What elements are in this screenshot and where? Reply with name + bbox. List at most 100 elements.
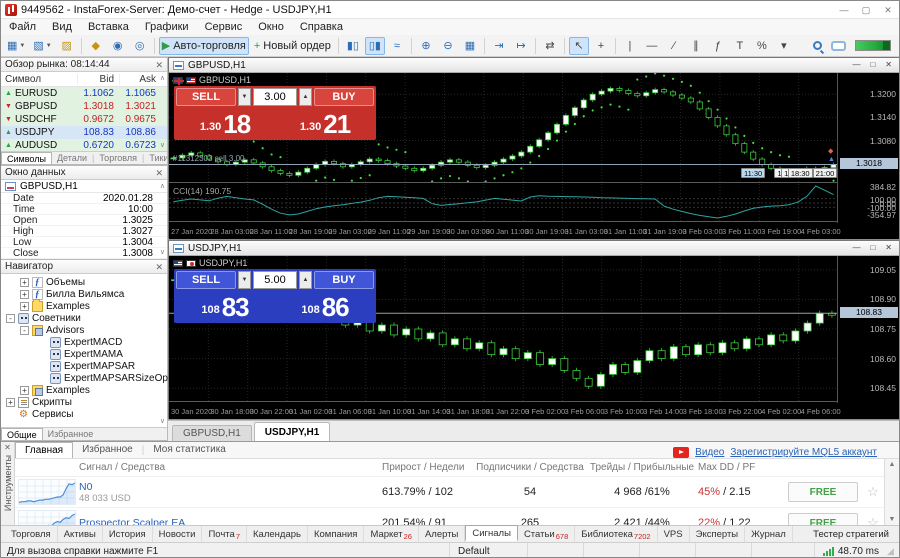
menu-tools[interactable]: Сервис — [197, 19, 251, 35]
bottom-tab-история[interactable]: История — [103, 526, 153, 542]
profiles-button[interactable]: ▧▼ — [30, 37, 54, 55]
cursor-button[interactable]: ↖ — [569, 37, 589, 55]
volume-up-button[interactable]: ▲ — [299, 88, 312, 106]
scroll-down-icon[interactable]: ∨ — [160, 248, 165, 256]
buy-button[interactable]: BUY — [314, 88, 374, 106]
strategy-tester-label[interactable]: Тестер стратегий — [813, 529, 899, 540]
market-watch-row[interactable]: ▲EURUSD 1.10621.1065 — [1, 87, 167, 100]
new-chart-button[interactable]: ▦▼ — [4, 37, 28, 55]
favorite-star-icon[interactable]: ☆ — [862, 515, 884, 525]
objects-dropdown-button[interactable]: ▾ — [774, 37, 794, 55]
signal-row[interactable]: N048 033 USD 613.79% / 102 54 4 968 /61%… — [15, 477, 884, 508]
close-icon[interactable]: ✕ — [155, 168, 163, 178]
chart-shift-button[interactable]: ⇄ — [540, 37, 560, 55]
minimize-button[interactable]: — — [833, 1, 855, 19]
signal-row[interactable]: Prospector Scalper EA 201.54% / 91 265 2… — [15, 508, 884, 525]
bottom-tab-библиотека[interactable]: Библиотека7202 — [575, 526, 657, 542]
profile-cell[interactable]: Default — [449, 543, 527, 558]
menu-insert[interactable]: Вставка — [80, 19, 137, 35]
close-icon[interactable]: ✕ — [885, 241, 892, 255]
price-chart-gbpusd[interactable]: GBPUSD,H1 SELL ▼ ▲ BUY 1.3018 1.3021 — [169, 73, 838, 183]
tree-item-expert-macd[interactable]: ExpertMACD — [1, 336, 167, 348]
menu-help[interactable]: Справка — [292, 19, 351, 35]
video-link[interactable]: Видео — [695, 447, 724, 458]
close-icon[interactable]: ✕ — [4, 443, 11, 452]
maximize-icon[interactable]: □ — [870, 241, 875, 255]
cci-indicator-pane[interactable]: CCI(14) 190.75 — [169, 184, 838, 222]
new-order-button[interactable]: +Новый ордер — [251, 37, 334, 55]
tree-item-examples[interactable]: +Examples — [1, 300, 167, 312]
bottom-tab-vps[interactable]: VPS — [658, 526, 690, 542]
sell-price[interactable]: 10883 — [176, 291, 274, 321]
bottom-tab-сигналы[interactable]: Сигналы — [465, 525, 518, 541]
maximize-button[interactable]: ▢ — [855, 1, 877, 19]
candle-chart-button[interactable]: ▯▮ — [365, 37, 385, 55]
trend-line-button[interactable]: ∕ — [664, 37, 684, 55]
tab-my-statistics[interactable]: Моя статистика — [144, 442, 235, 458]
scroll-up-icon[interactable]: ∧ — [160, 74, 165, 82]
volume-input[interactable] — [253, 271, 297, 289]
autotrading-button[interactable]: ▶Авто-торговля — [159, 37, 249, 55]
bottom-tab-новости[interactable]: Новости — [153, 526, 203, 542]
tree-item-volumes[interactable]: +Объемы — [1, 276, 167, 288]
chart-window-titlebar[interactable]: GBPUSD,H1 — □ ✕ — [169, 58, 900, 73]
price-chart-usdjpy[interactable]: USDJPY,H1 SELL ▼ ▲ BUY 10883 10886 — [169, 256, 838, 402]
minimize-icon[interactable]: — — [852, 58, 860, 72]
buy-price[interactable]: 1.3021 — [276, 108, 374, 138]
signal-name-link[interactable]: N0 — [79, 481, 382, 493]
free-button[interactable]: FREE — [788, 482, 858, 502]
tab-trading[interactable]: Торговля — [94, 152, 142, 164]
search-icon[interactable] — [813, 41, 822, 50]
free-button[interactable]: FREE — [788, 513, 858, 525]
bottom-tab-календарь[interactable]: Календарь — [247, 526, 308, 542]
tree-item-advisors-root[interactable]: -Советники — [1, 312, 167, 324]
tree-item-advisors[interactable]: -Advisors — [1, 324, 167, 336]
volume-down-button[interactable]: ▼ — [238, 88, 251, 106]
zoom-out-button[interactable]: ⊖ — [438, 37, 458, 55]
scroll-down-icon[interactable]: ∨ — [160, 141, 165, 149]
tree-item-expert-mama[interactable]: ExpertMAMA — [1, 348, 167, 360]
sell-button[interactable]: SELL — [176, 271, 236, 289]
shift-end-button[interactable]: ⇥ — [489, 37, 509, 55]
youtube-icon[interactable] — [673, 447, 689, 458]
menu-view[interactable]: Вид — [44, 19, 80, 35]
tab-common[interactable]: Общие — [1, 428, 43, 440]
tab-symbols[interactable]: Символы — [1, 152, 52, 164]
scroll-up-icon[interactable]: ∧ — [160, 182, 165, 190]
market-watch-row[interactable]: ▼USDCHF 0.96720.9675 — [1, 113, 167, 126]
volume-down-button[interactable]: ▼ — [238, 271, 251, 289]
history-center-button[interactable]: ▨ — [57, 37, 77, 55]
tree-item-expert-mapsarsize[interactable]: ExpertMAPSARSizeOptim — [1, 372, 167, 384]
chat-icon[interactable] — [831, 41, 846, 51]
bottom-tab-алерты[interactable]: Алерты — [419, 526, 465, 542]
tree-item-examples-advisors[interactable]: +Examples — [1, 384, 167, 396]
zoom-in-button[interactable]: ⊕ — [416, 37, 436, 55]
crosshair-button[interactable]: + — [591, 37, 611, 55]
community-button[interactable]: ◉ — [108, 37, 128, 55]
horizontal-line-button[interactable]: — — [642, 37, 662, 55]
resize-grip[interactable]: ◢ — [887, 546, 899, 557]
line-chart-button[interactable]: ≈ — [387, 37, 407, 55]
chart-window-titlebar[interactable]: USDJPY,H1 — □ ✕ — [169, 241, 900, 256]
close-icon[interactable]: ✕ — [885, 58, 892, 72]
tab-signals-favorites[interactable]: Избранное — [73, 442, 142, 458]
deposit-button[interactable]: ◆ — [86, 37, 106, 55]
menu-window[interactable]: Окно — [250, 19, 292, 35]
text-label-button[interactable]: T — [730, 37, 750, 55]
tree-item-bill-williams[interactable]: +Билла Вильямса — [1, 288, 167, 300]
tile-windows-button[interactable]: ▦ — [460, 37, 480, 55]
minimize-icon[interactable]: — — [852, 241, 860, 255]
arrows-button[interactable]: % — [752, 37, 772, 55]
tree-item-scripts[interactable]: +Скрипты — [1, 396, 167, 408]
market-watch-row-selected[interactable]: ▲USDJPY 108.83108.86 — [1, 126, 167, 139]
menu-file[interactable]: Файл — [1, 19, 44, 35]
close-icon[interactable]: ✕ — [155, 60, 163, 70]
tab-details[interactable]: Детали — [52, 152, 92, 164]
broadcast-button[interactable]: ◎ — [130, 37, 150, 55]
menu-charts[interactable]: Графики — [137, 19, 197, 35]
bottom-tab-активы[interactable]: Активы — [58, 526, 103, 542]
chart-tab-usdjpy[interactable]: USDJPY,H1 — [254, 422, 330, 441]
favorite-star-icon[interactable]: ☆ — [862, 484, 884, 500]
volume-input[interactable] — [253, 88, 297, 106]
bottom-tab-компания[interactable]: Компания — [308, 526, 364, 542]
